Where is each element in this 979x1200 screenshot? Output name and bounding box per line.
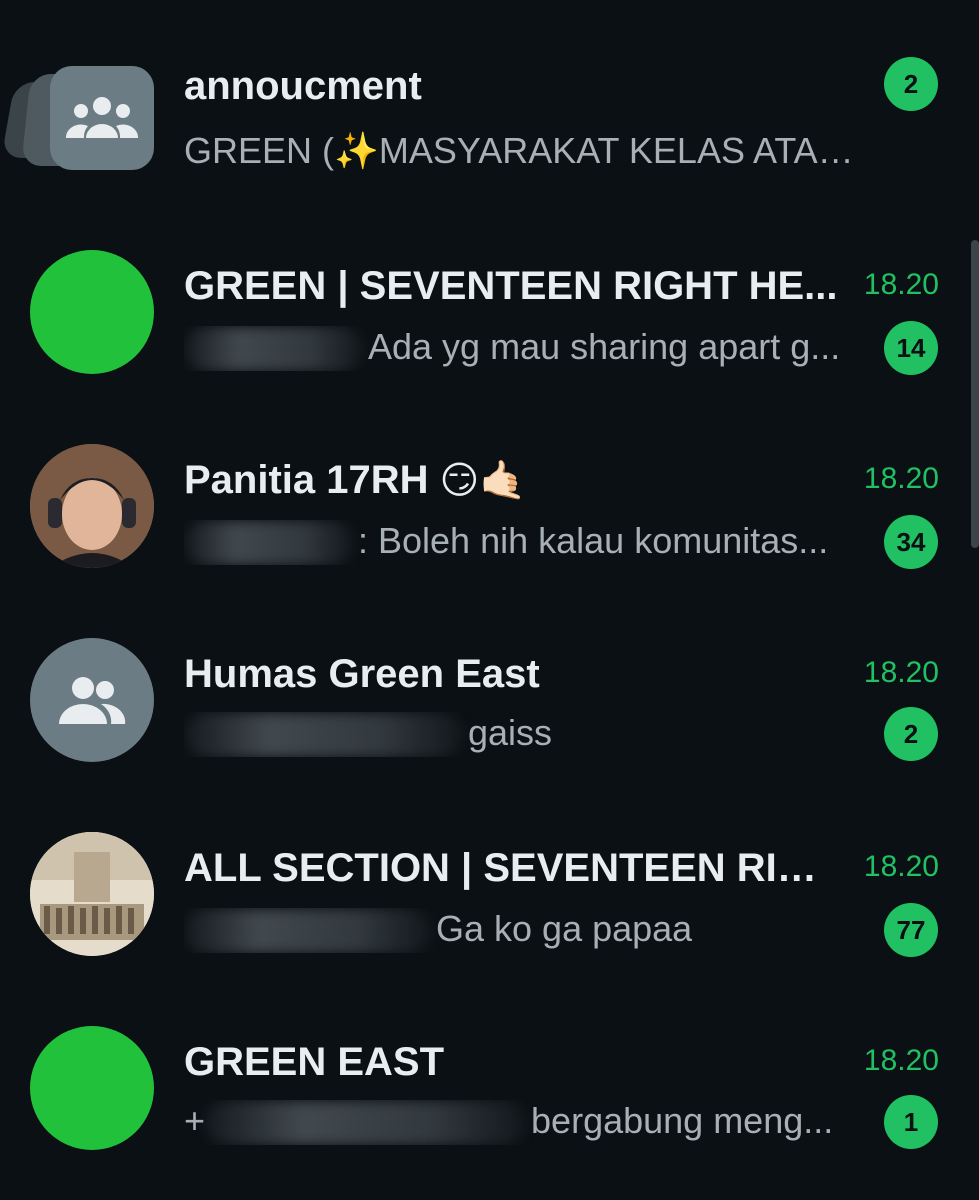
chat-preview: : Boleh nih kalau komunitas... bbox=[184, 520, 829, 566]
chat-title: ALL SECTION | SEVENTEEN RIG... bbox=[184, 846, 839, 890]
blurred-sender bbox=[184, 327, 364, 372]
chat-time: 18.20 bbox=[863, 850, 939, 883]
chat-preview-text: bergabung meng... bbox=[531, 1100, 834, 1141]
blurred-sender bbox=[205, 1101, 528, 1146]
blurred-sender bbox=[184, 521, 354, 566]
chat-title: annoucment bbox=[184, 64, 422, 108]
chat-title: Humas Green East bbox=[184, 652, 540, 696]
chat-preview-text: Ga ko ga papaa bbox=[436, 908, 693, 949]
avatar bbox=[30, 1026, 154, 1150]
chat-preview: Ada yg mau sharing apart g... bbox=[184, 326, 841, 372]
chat-list: annoucment GREEN (✨MASYARAKAT KELAS ATAS… bbox=[0, 0, 979, 1200]
chat-preview: GREEN (✨MASYARAKAT KELAS ATAS✨)... bbox=[184, 130, 856, 171]
chat-title: GREEN | SEVENTEEN RIGHT HE... bbox=[184, 264, 838, 308]
community-avatar bbox=[1, 66, 154, 172]
chat-time: 18.20 bbox=[863, 462, 939, 495]
chat-preview: gaiss bbox=[184, 712, 553, 758]
unread-badge: 2 bbox=[884, 57, 938, 111]
blurred-sender bbox=[184, 909, 432, 954]
avatar bbox=[30, 444, 154, 568]
chat-preview-prefix: + bbox=[184, 1100, 206, 1141]
chat-row-all-section[interactable]: ALL SECTION | SEVENTEEN RIG... Ga ko ga … bbox=[0, 800, 979, 994]
unread-badge: 14 bbox=[884, 321, 938, 375]
chat-preview: Ga ko ga papaa bbox=[184, 908, 693, 954]
chat-time: 18.20 bbox=[863, 268, 939, 301]
chat-row-humas-green-east[interactable]: Humas Green East gaiss 18.20 2 bbox=[0, 606, 979, 800]
emoji-smirk-callme: 😏🤙🏻 bbox=[439, 460, 527, 502]
chat-time: 18.20 bbox=[863, 656, 939, 689]
chat-preview-text: gaiss bbox=[468, 712, 553, 753]
unread-badge: 2 bbox=[884, 707, 938, 761]
unread-badge: 1 bbox=[884, 1095, 938, 1149]
chat-title: Panitia 17RH 😏🤙🏻 bbox=[184, 458, 527, 503]
chat-preview-text: Ada yg mau sharing apart g... bbox=[368, 326, 841, 367]
chat-row-green-east[interactable]: GREEN EAST + bergabung meng... 18.20 1 bbox=[0, 994, 979, 1188]
chat-row-annoucment[interactable]: annoucment GREEN (✨MASYARAKAT KELAS ATAS… bbox=[0, 0, 979, 194]
chat-row-green-seventeen[interactable]: GREEN | SEVENTEEN RIGHT HE... Ada yg mau… bbox=[0, 218, 979, 412]
group-icon bbox=[59, 677, 126, 724]
chat-title: GREEN EAST bbox=[184, 1040, 445, 1084]
chat-row-panitia[interactable]: Panitia 17RH 😏🤙🏻 : Boleh nih kalau komun… bbox=[0, 412, 979, 606]
avatar bbox=[30, 250, 154, 374]
chat-preview: + bergabung meng... bbox=[184, 1100, 834, 1146]
blurred-sender bbox=[184, 713, 464, 758]
avatar bbox=[30, 638, 154, 762]
chat-title-text: Panitia 17RH bbox=[184, 458, 429, 502]
unread-badge: 34 bbox=[884, 515, 938, 569]
avatar bbox=[30, 832, 154, 956]
unread-badge: 77 bbox=[884, 903, 938, 957]
community-group-icon bbox=[50, 66, 154, 170]
scrollbar[interactable] bbox=[971, 240, 979, 548]
chat-preview-text: : Boleh nih kalau komunitas... bbox=[358, 520, 829, 561]
chat-time: 18.20 bbox=[863, 1044, 939, 1077]
